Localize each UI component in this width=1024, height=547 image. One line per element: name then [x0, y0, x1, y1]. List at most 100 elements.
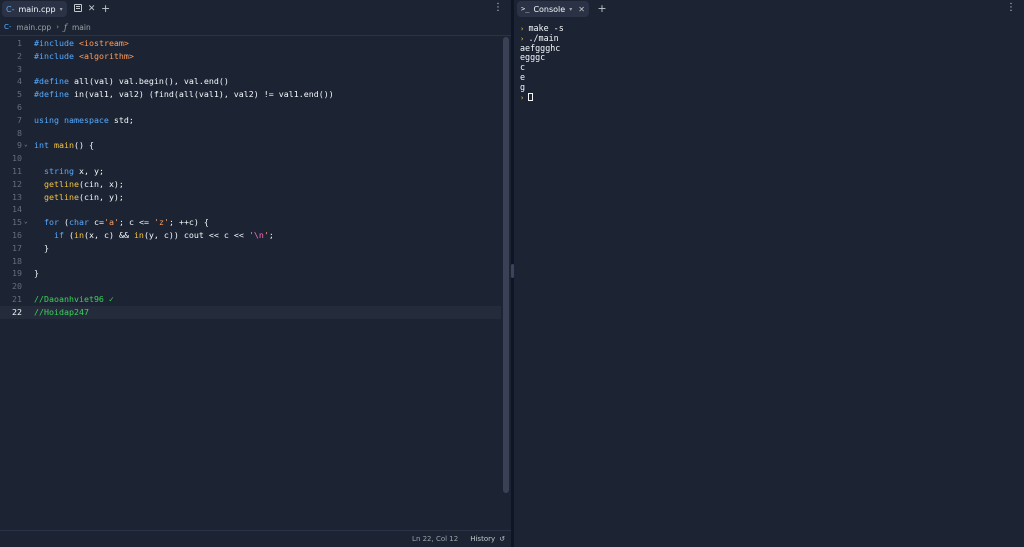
code-line[interactable]: 11 string x, y; — [0, 165, 501, 178]
code-line[interactable]: 19} — [0, 267, 501, 280]
breadcrumb-symbol[interactable]: main — [72, 23, 91, 32]
code-text: #include <iostream> — [34, 38, 129, 48]
history-label: History — [470, 535, 496, 543]
line-number: 10 — [12, 153, 22, 164]
chevron-right-icon: › — [56, 23, 60, 31]
console-pane: >_ Console ▾ ✕ + ⋮ › make -s › ./main aefg… — [514, 0, 1024, 547]
console-line: egggc — [520, 52, 1020, 63]
code-line[interactable]: 21 //Daoanhviet96 ✓ — [0, 293, 501, 306]
split-view-icon[interactable] — [71, 2, 85, 16]
editor-tab-bar: C- main.cpp ▾ ✕ + ⋮ — [0, 0, 511, 18]
line-number: 12 — [12, 178, 22, 189]
line-number: 21 — [12, 294, 22, 304]
code-text: //Daoanhviet96 ✓ — [34, 294, 114, 304]
code-text: getline(cin, y); — [44, 191, 124, 202]
editor-scrollbar[interactable] — [503, 37, 509, 493]
code-line[interactable]: 16 if (in(x, c) && in(y, c)) cout << c <… — [0, 229, 501, 242]
console-line: g — [520, 81, 1020, 93]
fold-chevron-icon[interactable]: ⌄ — [24, 216, 28, 229]
code-text: //Hoidap247 — [34, 306, 89, 317]
code-line[interactable]: 7 using namespace std; — [0, 114, 501, 127]
line-number: 18 — [12, 255, 22, 266]
code-text: if (in(x, c) && in(y, c)) cout << c << '… — [53, 230, 274, 240]
line-number: 4 — [17, 76, 22, 87]
more-options-icon[interactable]: ⋮ — [1006, 2, 1016, 13]
line-number: 17 — [12, 242, 22, 253]
code-text: #define all(val) val.begin(), val.end() — [34, 76, 229, 87]
cpp-file-icon: C- — [6, 4, 15, 14]
console-line: aefggghc — [520, 42, 1020, 54]
cursor-position[interactable]: Ln 22, Col 12 — [412, 535, 458, 543]
console-line: c — [520, 62, 1020, 73]
line-number: 7 — [17, 114, 22, 125]
line-number: 5 — [17, 89, 22, 100]
code-line[interactable]: 15 ⌄ for (char c='a'; c <= 'z'; ++c) { — [0, 216, 501, 229]
code-line[interactable]: 17 } — [0, 242, 501, 255]
line-number: 2 — [17, 50, 22, 61]
code-line[interactable]: 3 — [0, 63, 501, 76]
terminal-cursor[interactable] — [528, 92, 534, 101]
tab-label: Console — [533, 4, 566, 14]
code-line[interactable]: 5 #define in(val1, val2) (find(all(val1),… — [0, 88, 501, 101]
line-number: 22 — [12, 306, 22, 317]
code-line[interactable]: 22 //Hoidap247 — [0, 305, 501, 319]
line-number: 16 — [12, 230, 22, 240]
tab-console[interactable]: >_ Console ▾ ✕ — [517, 1, 589, 17]
close-icon[interactable]: ✕ — [85, 2, 99, 16]
editor-pane: C- main.cpp ▾ ✕ + ⋮ C- main.cpp › ƒ main… — [0, 0, 511, 547]
console-text: e — [520, 71, 526, 82]
console-line: › ./main — [520, 32, 1020, 44]
tab-label: main.cpp — [18, 4, 56, 14]
prompt-icon: › — [520, 93, 529, 102]
chevron-down-icon[interactable]: ▾ — [569, 6, 572, 13]
code-line[interactable]: 18 — [0, 255, 501, 268]
new-tab-button[interactable]: + — [595, 2, 609, 16]
code-line[interactable]: 10 — [0, 152, 501, 165]
line-number: 19 — [12, 268, 22, 279]
code-text: string x, y; — [44, 166, 104, 176]
code-text: } — [34, 242, 49, 253]
code-text: #include <algorithm> — [34, 50, 134, 61]
code-line[interactable]: 1 #include <iostream> — [0, 37, 501, 50]
code-line[interactable]: 13 getline(cin, y); — [0, 191, 501, 204]
history-icon: ↺ — [499, 535, 505, 543]
line-number: 11 — [12, 166, 22, 176]
code-line[interactable]: 2 #include <algorithm> — [0, 50, 501, 63]
console-text: make -s — [528, 23, 564, 33]
code-line[interactable]: 4 #define all(val) val.begin(), val.end() — [0, 75, 501, 88]
terminal-icon: >_ — [521, 5, 530, 13]
console-text: ./main — [528, 32, 559, 43]
console-output[interactable]: › make -s › ./main aefggghc egggc c e g › — [520, 23, 1020, 103]
code-text: } — [34, 268, 39, 279]
console-text: g — [520, 81, 526, 92]
code-line[interactable]: 8 — [0, 127, 501, 140]
more-options-icon[interactable]: ⋮ — [493, 2, 503, 13]
history-button[interactable]: History ↺ — [470, 535, 505, 543]
line-number: 15 — [12, 217, 22, 228]
code-line[interactable]: 14 — [0, 203, 501, 216]
chevron-down-icon[interactable]: ▾ — [60, 6, 63, 13]
fold-chevron-icon[interactable]: ⌄ — [24, 139, 28, 152]
console-line: › — [520, 92, 1020, 103]
code-editor[interactable]: 1 #include <iostream> 2 #include <algorithm… — [0, 37, 511, 530]
status-bar: Ln 22, Col 12 History ↺ — [0, 530, 511, 547]
console-text: aefggghc — [520, 42, 561, 53]
code-line[interactable]: 9 ⌄ int main() { — [0, 139, 501, 152]
breadcrumb-file[interactable]: main.cpp — [16, 23, 51, 32]
console-line: › make -s — [520, 23, 1020, 34]
line-number: 1 — [17, 38, 22, 48]
code-text: int main() { — [34, 140, 94, 151]
line-number: 3 — [17, 63, 22, 74]
code-line[interactable]: 20 — [0, 280, 501, 293]
code-text: #define in(val1, val2) (find(all(val1), … — [34, 89, 334, 100]
code-line[interactable]: 12 getline(cin, x); — [0, 178, 501, 191]
tab-main-cpp[interactable]: C- main.cpp ▾ — [2, 1, 67, 17]
console-text: egggc — [520, 52, 546, 63]
line-number: 20 — [12, 281, 22, 292]
console-line: e — [520, 71, 1020, 83]
close-icon[interactable]: ✕ — [578, 5, 585, 14]
cpp-file-icon: C- — [4, 23, 12, 31]
new-tab-button[interactable]: + — [99, 2, 113, 16]
code-line[interactable]: 6 — [0, 101, 501, 114]
console-tab-bar: >_ Console ▾ ✕ + ⋮ — [514, 0, 1024, 18]
